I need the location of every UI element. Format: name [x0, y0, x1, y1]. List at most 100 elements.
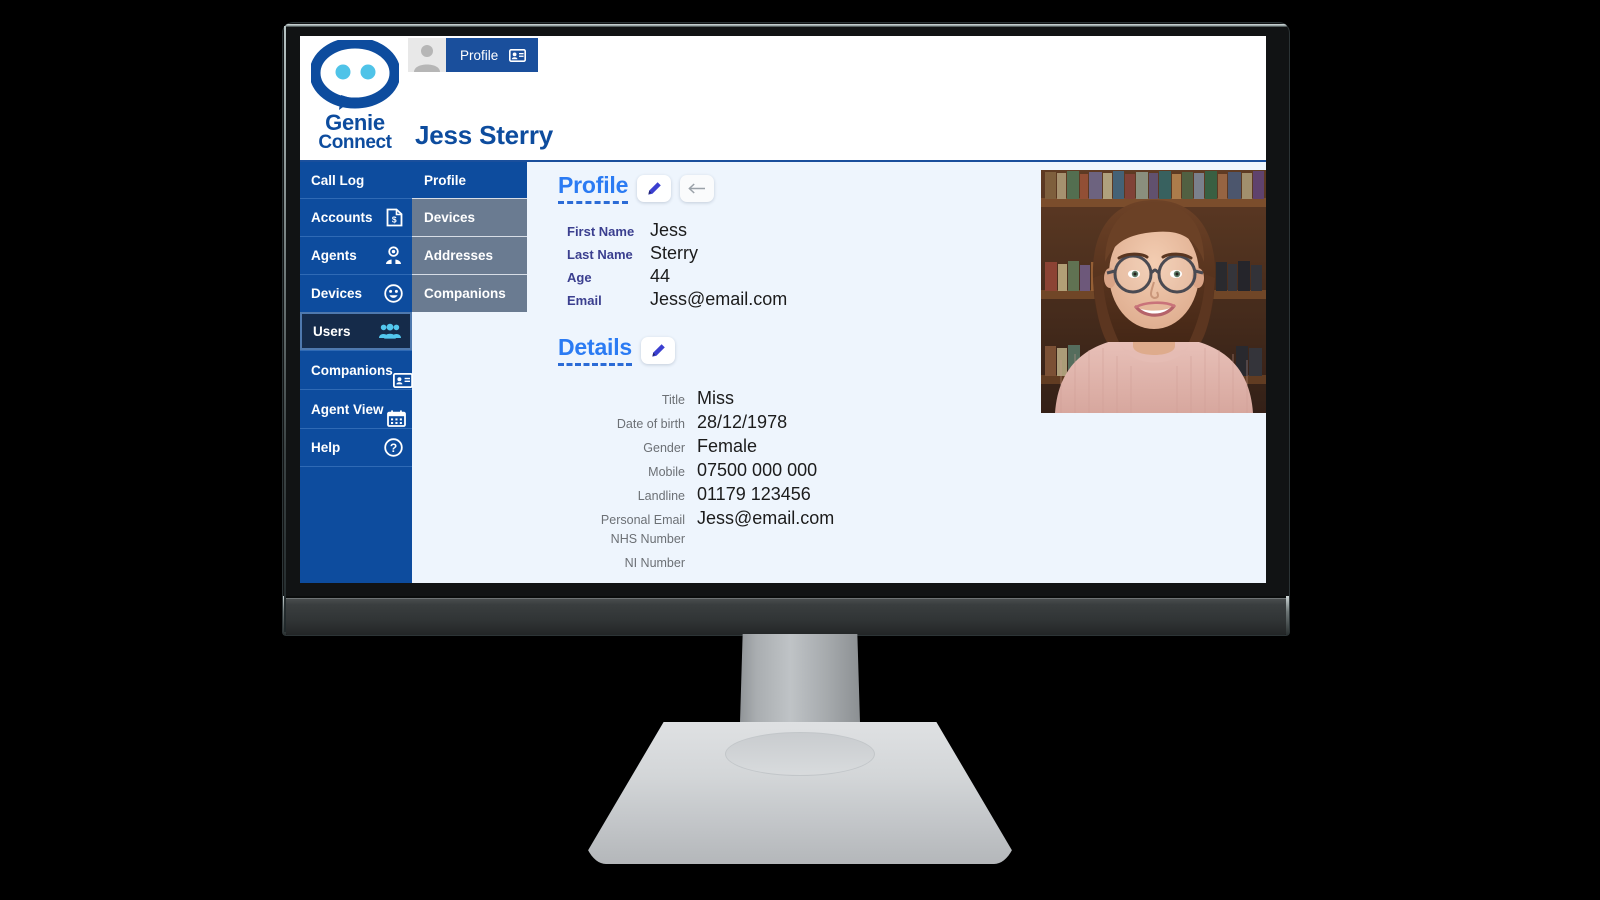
sidebar-item-label: Agent View [311, 401, 384, 417]
field-value: Jess@email.com [697, 508, 835, 528]
sidebar-item-label: Devices [311, 286, 363, 301]
nav-secondary-filler [412, 312, 527, 583]
logo-text-genie: Genie [325, 110, 385, 135]
field-label: NI Number [624, 556, 685, 570]
id-card-icon [392, 373, 413, 388]
details-field-row: Gender Female [558, 436, 834, 460]
field-value: Jess@email.com [650, 289, 788, 309]
profile-section-header: Profile [558, 172, 787, 204]
field-value: Female [697, 436, 758, 456]
speech-bubble-icon [311, 40, 399, 110]
profile-photo-image [1041, 170, 1266, 413]
profile-heading: Profile [558, 172, 628, 204]
field-value: Sterry [650, 243, 699, 263]
details-section-header: Details [558, 334, 834, 366]
field-label: Landline [637, 489, 685, 503]
page-title: Jess Sterry [415, 120, 554, 150]
sidebar-item-help[interactable]: Help ? [300, 428, 412, 466]
details-field-row: Personal Email Jess@email.com [558, 508, 834, 532]
profile-field-row: First Name Jess [558, 220, 787, 241]
brand-logo[interactable]: Genie Connect [302, 36, 408, 153]
smiley-icon [384, 284, 403, 303]
details-field-row: NI Number [558, 556, 834, 580]
question-icon: ? [384, 438, 403, 457]
profile-photo [1041, 170, 1266, 413]
app-body: Call Log Accounts $ Agents Devices Users… [300, 162, 1266, 583]
monitor-frame: Genie Connect Profile Jess Sterry Call L… [283, 23, 1289, 635]
details-section: Details Title Miss Date of birth 28/12/1… [558, 334, 834, 580]
sidebar-item-users[interactable]: Users [300, 312, 412, 350]
monitor-stand-base-disc [725, 732, 875, 776]
app-header: Genie Connect Profile Jess Sterry [300, 36, 1266, 162]
details-field-row: Landline 01179 123456 [558, 484, 834, 508]
svg-text:?: ? [390, 441, 397, 455]
sidebar-item-devices[interactable]: Devices [300, 274, 412, 312]
profile-fields: First Name Jess Last Name Sterry Age 44 [558, 220, 787, 310]
field-label: Title [661, 393, 685, 407]
sidebar-item-label: Users [313, 323, 351, 339]
details-field-row: Title Miss [558, 388, 834, 412]
content-area: Profile First Name Jess Last Name Sterry… [527, 162, 1266, 583]
svg-text:$: $ [392, 215, 397, 225]
tab-profile-label: Profile [460, 47, 499, 63]
profile-section: Profile First Name Jess Last Name Sterry… [558, 172, 787, 312]
field-label: Age [567, 270, 592, 285]
subnav-item-addresses[interactable]: Addresses [412, 236, 527, 274]
invoice-icon: $ [386, 208, 403, 227]
user-avatar-icon [414, 45, 440, 72]
sidebar-item-label: Companions [311, 362, 393, 378]
field-value: Jess [650, 220, 688, 240]
pencil-icon [651, 344, 665, 357]
agent-icon [386, 246, 401, 264]
header-tab-bar: Profile [408, 38, 539, 72]
field-label: First Name [567, 224, 635, 239]
nav-secondary-header[interactable]: Profile [412, 162, 527, 198]
sidebar-item-label: Agents [311, 248, 357, 263]
field-value: 28/12/1978 [697, 412, 788, 432]
nav-secondary: Profile Devices Addresses Companions [412, 162, 527, 583]
field-value: 44 [650, 266, 671, 286]
field-value: 07500 000 000 [697, 460, 818, 480]
profile-field-row: Email Jess@email.com [558, 289, 787, 310]
nav-primary: Call Log Accounts $ Agents Devices Users… [300, 162, 413, 583]
monitor-chin [284, 596, 1288, 635]
edit-profile-button[interactable] [637, 175, 672, 202]
subnav-item-devices[interactable]: Devices [412, 198, 527, 236]
monitor-chin-edge-right [1286, 596, 1289, 635]
details-field-row: Date of birth 28/12/1978 [558, 412, 834, 436]
field-label: Mobile [648, 465, 685, 479]
nav-primary-filler [300, 466, 412, 583]
field-label: Last Name [567, 247, 633, 262]
screen: Genie Connect Profile Jess Sterry Call L… [300, 36, 1266, 583]
field-label: Date of birth [616, 417, 685, 431]
back-button[interactable] [680, 175, 715, 202]
arrow-left-icon [687, 183, 705, 194]
sidebar-item-label: Accounts [311, 210, 373, 225]
profile-field-row: Age 44 [558, 266, 787, 287]
avatar[interactable] [408, 38, 446, 72]
sidebar-item-accounts[interactable]: Accounts $ [300, 198, 412, 236]
sidebar-item-agent-view[interactable]: Agent View [300, 389, 412, 428]
calendar-icon [387, 410, 406, 427]
field-label: Personal Email [600, 513, 685, 527]
field-label: Email [567, 293, 602, 308]
sidebar-item-label: Help [311, 440, 341, 455]
details-fields: Title Miss Date of birth 28/12/1978 Gend… [558, 388, 834, 580]
edit-details-button[interactable] [641, 337, 676, 364]
logo-text-connect: Connect [318, 132, 392, 153]
tab-profile[interactable]: Profile [446, 38, 539, 72]
users-group-icon [379, 323, 401, 339]
details-field-row: Mobile 07500 000 000 [558, 460, 834, 484]
subnav-item-companions[interactable]: Companions [412, 274, 527, 312]
pencil-icon [648, 182, 661, 195]
field-value: Miss [697, 388, 734, 408]
monitor-chin-edge-left [283, 596, 286, 635]
profile-field-row: Last Name Sterry [558, 243, 787, 264]
field-label: NHS Number [610, 532, 685, 546]
id-card-icon [509, 48, 527, 62]
nav-primary-header[interactable]: Call Log [300, 162, 412, 198]
field-label: Gender [643, 441, 685, 455]
sidebar-item-agents[interactable]: Agents [300, 236, 412, 274]
details-field-row: NHS Number [558, 532, 834, 556]
sidebar-item-companions[interactable]: Companions [300, 350, 413, 389]
